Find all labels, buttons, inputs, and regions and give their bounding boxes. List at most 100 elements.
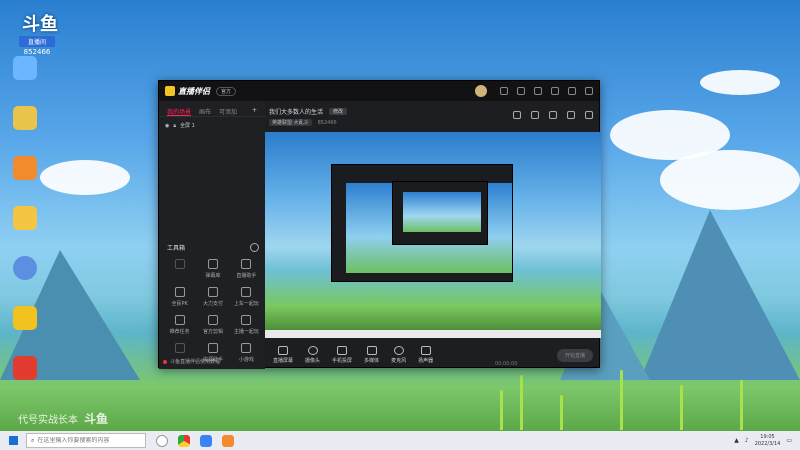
desktop-screen: 斗鱼 直播间 852466 直播伴侣 官方 我的场景 画布 可添加 + ◉ 🔒︎… bbox=[0, 0, 800, 450]
app-icon bbox=[13, 306, 37, 330]
search-input[interactable] bbox=[37, 437, 138, 444]
mountain bbox=[640, 210, 800, 380]
box-icon bbox=[207, 343, 218, 353]
microphone-icon bbox=[393, 346, 404, 355]
room-id: 852466 bbox=[317, 119, 337, 126]
tool-icon bbox=[241, 287, 252, 297]
start-live-button[interactable]: 开始直播 bbox=[556, 348, 593, 362]
watermark: 代号实战长本 斗鱼 bbox=[18, 410, 108, 427]
phone-cast-button[interactable]: 手机投屏 bbox=[332, 346, 352, 364]
tool-item[interactable] bbox=[163, 259, 196, 279]
tool-item[interactable]: 上车一起玩 bbox=[230, 287, 263, 307]
desktop-icon[interactable] bbox=[6, 306, 44, 352]
windows-icon bbox=[8, 436, 18, 445]
app-icon bbox=[13, 206, 37, 230]
desktop-icon[interactable] bbox=[6, 106, 44, 152]
desktop-icon[interactable] bbox=[6, 256, 44, 302]
live-duration: 00:00:00 bbox=[495, 361, 518, 367]
desktop-icon[interactable] bbox=[6, 206, 44, 252]
tab-addable[interactable]: 可添加 bbox=[219, 107, 237, 116]
grass bbox=[620, 370, 623, 430]
speaker-icon bbox=[420, 346, 431, 355]
tool-item[interactable]: 大力支付 bbox=[196, 287, 229, 307]
notification-icon[interactable]: ▭ bbox=[786, 437, 792, 444]
add-tab-button[interactable]: + bbox=[252, 107, 257, 116]
edit-title-button[interactable]: 修改 bbox=[329, 108, 348, 115]
camera-icon bbox=[307, 346, 318, 355]
tutorial-tip[interactable]: 斗鱼直播伴侣使用教程 bbox=[163, 358, 220, 365]
source-controls: 直播屏幕 摄像头 手机投屏 多媒体 麦克风 扬声器 开始直播 bbox=[265, 341, 601, 369]
tool-item[interactable]: 官方剪辑 bbox=[196, 315, 229, 335]
grass bbox=[680, 385, 683, 430]
network-icon[interactable]: ▲ bbox=[734, 437, 739, 444]
clock[interactable]: 19:05 2022/3/14 bbox=[755, 434, 781, 448]
tool-item[interactable]: 全民PK bbox=[163, 287, 196, 307]
gift-icon[interactable] bbox=[549, 111, 557, 119]
left-tabs: 我的场景 画布 可添加 + bbox=[159, 101, 265, 117]
tool-item[interactable]: 主播一起玩 bbox=[230, 315, 263, 335]
category-badge[interactable]: 英雄联盟·大乱斗 bbox=[269, 119, 312, 126]
tab-scenes[interactable]: 我的场景 bbox=[167, 107, 192, 116]
desktop-icon[interactable] bbox=[6, 56, 44, 102]
app-icon[interactable] bbox=[200, 434, 212, 447]
task-view-icon[interactable] bbox=[156, 434, 168, 447]
tool-item[interactable]: 小游戏 bbox=[230, 343, 263, 363]
main-toolbar bbox=[513, 111, 593, 119]
tool-icon bbox=[174, 343, 185, 353]
maximize-icon[interactable] bbox=[568, 87, 576, 95]
message-icon[interactable] bbox=[517, 87, 525, 95]
nested-preview-screen-2 bbox=[403, 192, 481, 232]
tool-item[interactable]: 直播助手 bbox=[230, 259, 263, 279]
lock-icon[interactable]: 🔒︎ bbox=[173, 123, 176, 129]
nested-window-preview bbox=[331, 164, 513, 282]
multimedia-button[interactable]: 多媒体 bbox=[364, 346, 379, 364]
tool-icon bbox=[207, 287, 218, 297]
brand-logo-icon bbox=[165, 86, 175, 96]
user-avatar[interactable] bbox=[475, 85, 487, 97]
taskbar-search[interactable]: ⌕ bbox=[26, 433, 146, 448]
lock-icon[interactable] bbox=[531, 111, 539, 119]
version-badge[interactable]: 官方 bbox=[216, 86, 237, 96]
more-icon[interactable] bbox=[250, 243, 259, 252]
tab-canvas[interactable]: 画布 bbox=[199, 107, 211, 116]
eye-icon[interactable]: ◉ bbox=[165, 123, 169, 129]
tool-item[interactable]: 弹幕库 bbox=[196, 259, 229, 279]
start-button[interactable] bbox=[0, 431, 26, 450]
left-panel: 我的场景 画布 可添加 + ◉ 🔒︎ 全屏 1 工具箱 弹幕库 直播助手 全民P… bbox=[159, 101, 265, 369]
screen-capture-button[interactable]: 直播屏幕 bbox=[273, 346, 293, 364]
skin-icon[interactable] bbox=[500, 87, 508, 95]
desktop-icons bbox=[6, 56, 46, 406]
taskbar: ⌕ ▲ ♪ 19:05 2022/3/14 ▭ bbox=[0, 431, 800, 450]
tool-item[interactable]: 推荐任务 bbox=[163, 315, 196, 335]
camera-button[interactable]: 摄像头 bbox=[305, 346, 320, 364]
speaker-button[interactable]: 扬声器 bbox=[418, 346, 433, 364]
desktop-icon[interactable] bbox=[6, 156, 44, 202]
layout-icon[interactable] bbox=[513, 111, 521, 119]
share-icon[interactable] bbox=[585, 111, 593, 119]
tool-icon bbox=[174, 315, 185, 325]
close-icon[interactable] bbox=[585, 87, 593, 95]
minimize-icon[interactable] bbox=[551, 87, 559, 95]
bell-icon[interactable] bbox=[567, 111, 575, 119]
stream-preview[interactable] bbox=[265, 132, 601, 330]
live-title: 我们大多数人的生活 bbox=[269, 109, 324, 116]
desktop-icon[interactable] bbox=[6, 356, 44, 402]
scene-item[interactable]: ◉ 🔒︎ 全屏 1 bbox=[159, 117, 265, 134]
scissors-icon bbox=[207, 315, 218, 325]
volume-icon[interactable]: ♪ bbox=[745, 437, 749, 444]
tool-icon bbox=[207, 259, 218, 269]
douyu-logo: 斗鱼 bbox=[22, 14, 58, 35]
microphone-button[interactable]: 麦克风 bbox=[391, 346, 406, 364]
watermark-text: 代号实战长本 bbox=[18, 415, 78, 426]
meta-row: 英雄联盟·大乱斗 852466 bbox=[265, 118, 601, 127]
scene-item-label: 全屏 1 bbox=[180, 123, 195, 129]
cloud bbox=[700, 70, 780, 95]
clock-date: 2022/3/14 bbox=[754, 440, 781, 447]
grass bbox=[740, 380, 743, 430]
clock-time: 19:05 bbox=[760, 433, 775, 440]
game-icon bbox=[13, 156, 37, 180]
play-icon bbox=[366, 346, 377, 355]
settings-icon[interactable] bbox=[534, 87, 542, 95]
chrome-icon[interactable] bbox=[178, 434, 190, 447]
douyu-app-icon[interactable] bbox=[222, 434, 234, 447]
